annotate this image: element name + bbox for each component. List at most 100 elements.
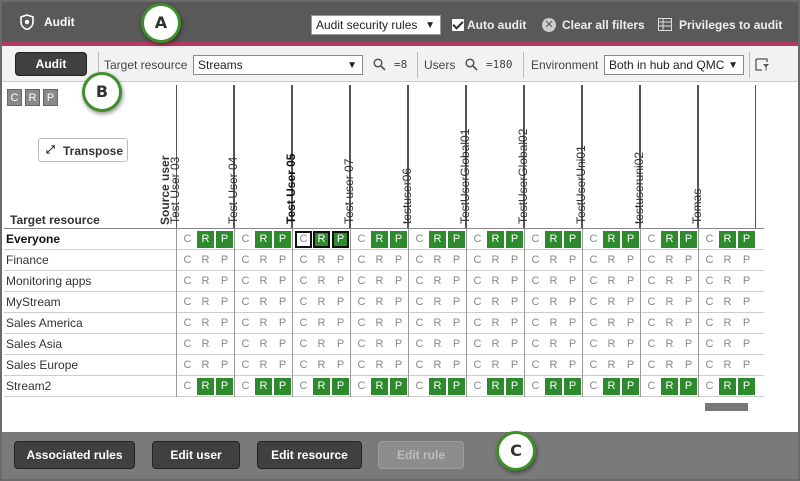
read-access-cell[interactable]: R [429,315,446,332]
publish-access-cell[interactable]: P [216,378,233,395]
publish-access-cell[interactable]: P [506,357,523,374]
create-access-cell[interactable]: C [353,231,370,248]
publish-access-cell[interactable]: P [332,252,349,269]
read-access-cell[interactable]: R [603,336,620,353]
horizontal-scrollbar[interactable] [705,403,748,411]
create-access-cell[interactable]: C [701,336,718,353]
read-access-cell[interactable]: R [197,378,214,395]
read-access-cell[interactable]: R [545,252,562,269]
create-access-cell[interactable]: C [411,294,428,311]
read-access-cell[interactable]: R [661,315,678,332]
create-access-cell[interactable]: C [701,294,718,311]
read-access-cell[interactable]: R [255,315,272,332]
publish-access-cell[interactable]: P [332,336,349,353]
publish-access-cell[interactable]: P [274,294,291,311]
read-access-cell[interactable]: R [255,378,272,395]
edit-resource-button[interactable]: Edit resource [257,441,362,469]
read-access-cell[interactable]: R [545,294,562,311]
publish-access-cell[interactable]: P [564,273,581,290]
read-access-cell[interactable]: R [487,273,504,290]
create-access-cell[interactable]: C [353,252,370,269]
read-access-cell[interactable]: R [313,315,330,332]
publish-access-cell[interactable]: P [332,315,349,332]
read-access-cell[interactable]: R [545,273,562,290]
create-legend[interactable]: C [7,89,22,106]
read-access-cell[interactable]: R [197,336,214,353]
create-access-cell[interactable]: C [237,378,254,395]
create-access-cell[interactable]: C [353,273,370,290]
read-access-cell[interactable]: R [197,273,214,290]
read-access-cell[interactable]: R [603,378,620,395]
row-label-resource[interactable]: MyStream [6,295,61,309]
publish-access-cell[interactable]: P [506,294,523,311]
publish-access-cell[interactable]: P [738,315,755,332]
publish-access-cell[interactable]: P [622,294,639,311]
publish-access-cell[interactable]: P [738,252,755,269]
read-access-cell[interactable]: R [313,252,330,269]
create-access-cell[interactable]: C [469,336,486,353]
create-access-cell[interactable]: C [469,357,486,374]
read-access-cell[interactable]: R [255,294,272,311]
publish-access-cell[interactable]: P [274,336,291,353]
publish-access-cell[interactable]: P [506,231,523,248]
create-access-cell[interactable]: C [411,273,428,290]
publish-access-cell[interactable]: P [564,357,581,374]
create-access-cell[interactable]: C [295,357,312,374]
create-access-cell[interactable]: C [353,336,370,353]
publish-access-cell[interactable]: P [506,336,523,353]
publish-access-cell[interactable]: P [332,231,349,248]
create-access-cell[interactable]: C [527,315,544,332]
publish-access-cell[interactable]: P [622,378,639,395]
read-access-cell[interactable]: R [545,357,562,374]
publish-access-cell[interactable]: P [564,315,581,332]
publish-access-cell[interactable]: P [390,294,407,311]
publish-access-cell[interactable]: P [622,252,639,269]
read-access-cell[interactable]: R [661,294,678,311]
target-resource-select[interactable]: Streams ▼ [193,55,363,75]
read-access-cell[interactable]: R [371,231,388,248]
create-access-cell[interactable]: C [643,315,660,332]
create-access-cell[interactable]: C [411,315,428,332]
create-access-cell[interactable]: C [585,231,602,248]
read-access-cell[interactable]: R [313,294,330,311]
create-access-cell[interactable]: C [295,273,312,290]
publish-access-cell[interactable]: P [738,231,755,248]
create-access-cell[interactable]: C [527,378,544,395]
create-access-cell[interactable]: C [237,357,254,374]
row-label-resource[interactable]: Sales America [6,316,83,330]
read-access-cell[interactable]: R [719,357,736,374]
read-access-cell[interactable]: R [197,294,214,311]
publish-access-cell[interactable]: P [390,336,407,353]
read-access-cell[interactable]: R [719,378,736,395]
create-access-cell[interactable]: C [353,294,370,311]
create-access-cell[interactable]: C [643,252,660,269]
read-access-cell[interactable]: R [487,315,504,332]
read-access-cell[interactable]: R [313,231,330,248]
environment-select[interactable]: Both in hub and QMC ▼ [604,55,744,75]
read-access-cell[interactable]: R [603,294,620,311]
publish-access-cell[interactable]: P [448,315,465,332]
read-access-cell[interactable]: R [255,231,272,248]
publish-access-cell[interactable]: P [680,252,697,269]
read-access-cell[interactable]: R [313,378,330,395]
read-access-cell[interactable]: R [429,231,446,248]
create-access-cell[interactable]: C [469,231,486,248]
create-access-cell[interactable]: C [643,357,660,374]
create-access-cell[interactable]: C [179,252,196,269]
create-access-cell[interactable]: C [353,315,370,332]
publish-access-cell[interactable]: P [680,294,697,311]
read-access-cell[interactable]: R [719,294,736,311]
publish-access-cell[interactable]: P [448,231,465,248]
read-access-cell[interactable]: R [429,378,446,395]
create-access-cell[interactable]: C [527,252,544,269]
publish-access-cell[interactable]: P [680,315,697,332]
read-access-cell[interactable]: R [487,336,504,353]
create-access-cell[interactable]: C [237,252,254,269]
create-access-cell[interactable]: C [411,231,428,248]
search-icon[interactable] [373,58,386,71]
publish-access-cell[interactable]: P [216,357,233,374]
read-access-cell[interactable]: R [371,378,388,395]
publish-access-cell[interactable]: P [274,231,291,248]
create-access-cell[interactable]: C [701,378,718,395]
publish-access-cell[interactable]: P [274,378,291,395]
